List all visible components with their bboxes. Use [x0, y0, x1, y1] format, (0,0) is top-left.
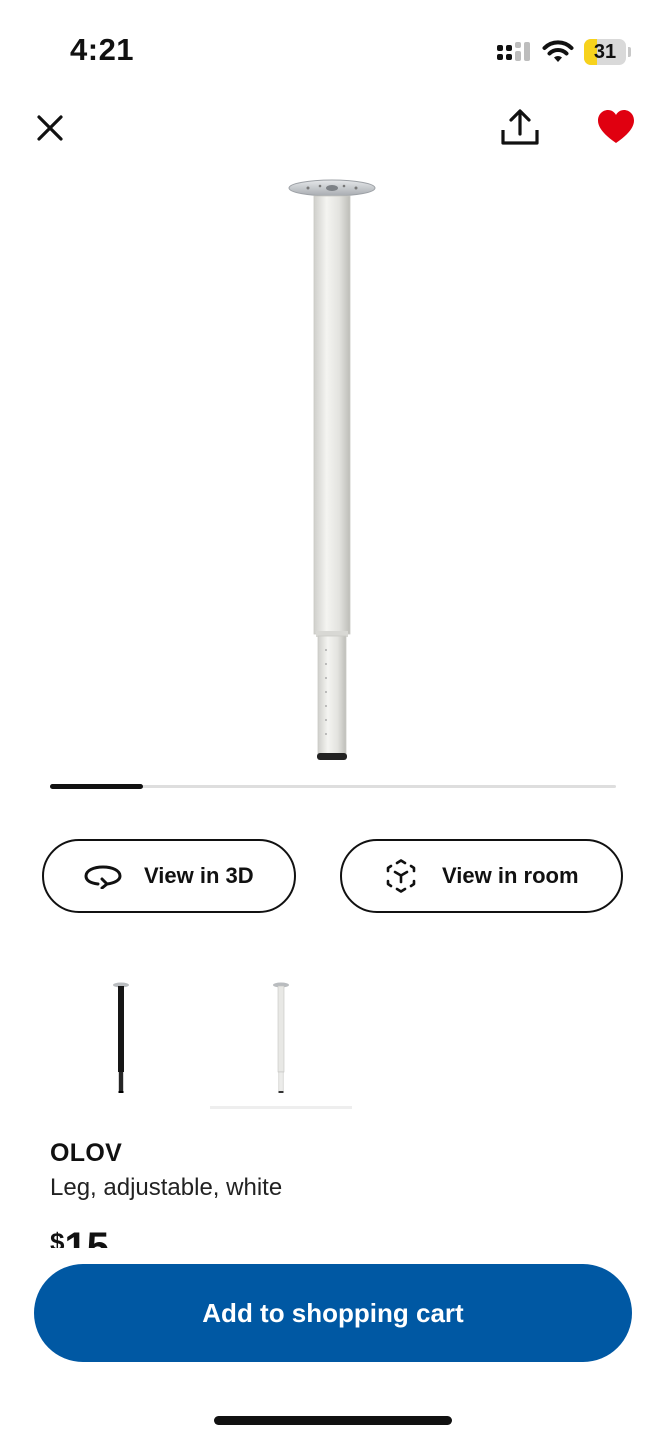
gallery-progress-track	[50, 784, 616, 789]
heart-icon[interactable]	[596, 108, 636, 146]
home-indicator	[214, 1416, 452, 1425]
product-price: $15	[50, 1228, 250, 1248]
wifi-icon	[542, 40, 574, 62]
battery-level: 31	[593, 41, 617, 63]
product-image[interactable]	[280, 176, 384, 770]
selected-variant-indicator	[210, 1106, 352, 1109]
product-name: OLOV	[50, 1139, 123, 1167]
cellular-signal-icon	[497, 42, 530, 61]
price-value: 15	[64, 1228, 109, 1248]
variant-white-thumbnail[interactable]	[210, 975, 352, 1109]
rotate-icon	[84, 865, 122, 889]
share-icon[interactable]	[498, 106, 542, 150]
white-leg-image	[273, 982, 289, 1093]
add-to-cart-button[interactable]: Add to shopping cart	[34, 1264, 632, 1362]
gallery-progress-thumb	[50, 784, 144, 789]
product-description: Leg, adjustable, white	[50, 1174, 283, 1201]
close-icon[interactable]	[30, 108, 70, 148]
status-time: 4:21	[70, 32, 135, 67]
variant-black-thumbnail[interactable]	[50, 975, 192, 1109]
view-in-room-button[interactable]: View in room	[340, 839, 623, 913]
battery-indicator: 31	[584, 39, 632, 65]
black-leg-image	[113, 982, 129, 1093]
ar-cube-icon	[386, 859, 416, 893]
price-currency: $	[50, 1228, 65, 1248]
view-in-3d-button[interactable]: View in 3D	[42, 839, 296, 913]
view-in-3d-label: View in 3D	[144, 863, 254, 888]
view-in-room-label: View in room	[442, 863, 579, 888]
